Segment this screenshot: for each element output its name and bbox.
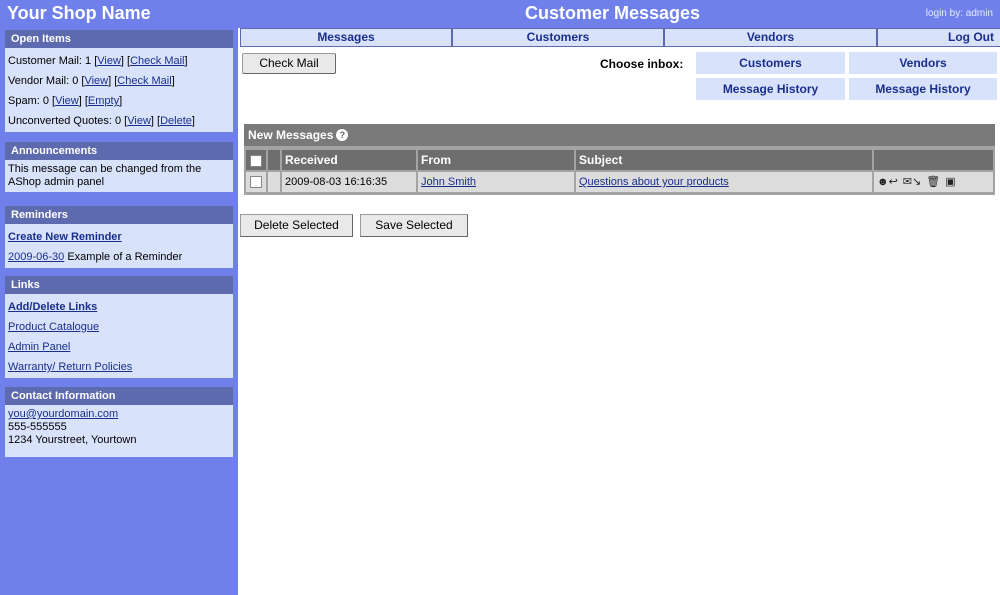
announcements-title: Announcements [5, 142, 233, 160]
inbox-vendors-button[interactable]: Vendors [849, 52, 997, 74]
contact-email-link[interactable]: you@yourdomain.com [8, 408, 118, 420]
product-catalogue-link[interactable]: Product Catalogue [8, 321, 99, 333]
forward-mail-icon[interactable]: ✉↘ [903, 172, 921, 192]
row-spacer [268, 172, 280, 192]
vendor-mail-view-link[interactable]: View [84, 75, 108, 87]
add-delete-links-link[interactable]: Add/Delete Links [8, 301, 97, 313]
row-actions: ☻↩ ✉↘ 🗑 ▣ [874, 172, 993, 192]
links-panel: Links Add/Delete Links Product Catalogue… [5, 276, 233, 378]
header-spacer [268, 150, 280, 170]
select-all-cell [246, 150, 266, 170]
choose-inbox-label: Choose inbox: [600, 57, 684, 71]
column-header-subject[interactable]: Subject [576, 150, 872, 170]
save-icon[interactable]: ▣ [945, 172, 955, 192]
subject-link[interactable]: Questions about your products [579, 176, 729, 188]
customers-history-button[interactable]: Message History [696, 78, 845, 100]
inbox-customers-button[interactable]: Customers [696, 52, 845, 74]
row-checkbox-cell [246, 172, 266, 192]
spam-empty-link[interactable]: Empty [88, 95, 119, 107]
spam-row: Spam: 0 [View] [Empty] [8, 95, 123, 107]
announcements-panel: Announcements This message can be change… [5, 142, 233, 192]
contact-panel: Contact Information you@yourdomain.com 5… [5, 387, 233, 457]
sender-link[interactable]: John Smith [421, 176, 476, 188]
links-title: Links [5, 276, 233, 294]
contact-address: 1234 Yourstreet, Yourtown [8, 434, 137, 446]
column-header-actions [874, 150, 993, 170]
row-from: John Smith [418, 172, 574, 192]
header-bar: Your Shop Name Customer Messages login b… [0, 0, 1000, 28]
vendors-history-button[interactable]: Message History [849, 78, 997, 100]
row-received: 2009-08-03 16:16:35 [282, 172, 416, 192]
top-nav: Messages Customers Vendors Log Out [240, 28, 1000, 47]
reminder-item: 2009-06-30 Example of a Reminder [8, 251, 183, 263]
create-reminder-link[interactable]: Create New Reminder [8, 231, 122, 243]
sidebar: Open Items Customer Mail: 1 [View] [Chec… [0, 28, 238, 595]
delete-selected-button[interactable]: Delete Selected [240, 214, 353, 237]
check-mail-button[interactable]: Check Mail [242, 53, 336, 74]
row-subject: Questions about your products [576, 172, 872, 192]
admin-panel-link[interactable]: Admin Panel [8, 341, 70, 353]
reminder-date-link[interactable]: 2009-06-30 [8, 251, 64, 263]
save-selected-button[interactable]: Save Selected [360, 214, 468, 237]
shop-name: Your Shop Name [7, 3, 151, 23]
spam-view-link[interactable]: View [55, 95, 79, 107]
open-items-panel: Open Items Customer Mail: 1 [View] [Chec… [5, 30, 233, 132]
customer-mail-check-link[interactable]: Check Mail [130, 55, 184, 67]
reminders-title: Reminders [5, 206, 233, 224]
select-all-checkbox[interactable] [250, 154, 262, 167]
trash-icon[interactable]: 🗑 [926, 172, 940, 192]
open-items-title: Open Items [5, 30, 233, 48]
vendor-mail-row: Vendor Mail: 0 [View] [Check Mail] [8, 75, 175, 87]
customer-mail-view-link[interactable]: View [97, 55, 121, 67]
quotes-view-link[interactable]: View [127, 115, 151, 127]
customer-mail-row: Customer Mail: 1 [View] [Check Mail] [8, 55, 188, 67]
reminders-panel: Reminders Create New Reminder 2009-06-30… [5, 206, 233, 268]
row-checkbox[interactable] [250, 176, 262, 189]
vendor-mail-check-link[interactable]: Check Mail [117, 75, 171, 87]
reply-icon[interactable]: ☻↩ [877, 172, 898, 192]
announcement-text: This message can be changed from the ASh… [8, 163, 202, 188]
login-status: login by: admin [925, 8, 993, 19]
new-messages-table: New Messages? Received From Subject 2009… [244, 124, 995, 195]
contact-title: Contact Information [5, 387, 233, 405]
warranty-return-link[interactable]: Warranty/ Return Policies [8, 361, 132, 373]
page-title: Customer Messages [525, 3, 701, 23]
tab-messages[interactable]: Messages [241, 29, 451, 46]
quotes-delete-link[interactable]: Delete [160, 115, 192, 127]
column-header-received[interactable]: Received [282, 150, 416, 170]
tab-logout[interactable]: Log Out [878, 29, 1000, 46]
contact-phone: 555-555555 [8, 421, 67, 433]
column-header-from[interactable]: From [418, 150, 574, 170]
help-icon[interactable]: ? [336, 129, 349, 141]
tab-customers[interactable]: Customers [453, 29, 663, 46]
unconverted-quotes-row: Unconverted Quotes: 0 [View] [Delete] [8, 115, 195, 127]
tab-vendors[interactable]: Vendors [665, 29, 876, 46]
new-messages-title: New Messages? [244, 124, 995, 146]
